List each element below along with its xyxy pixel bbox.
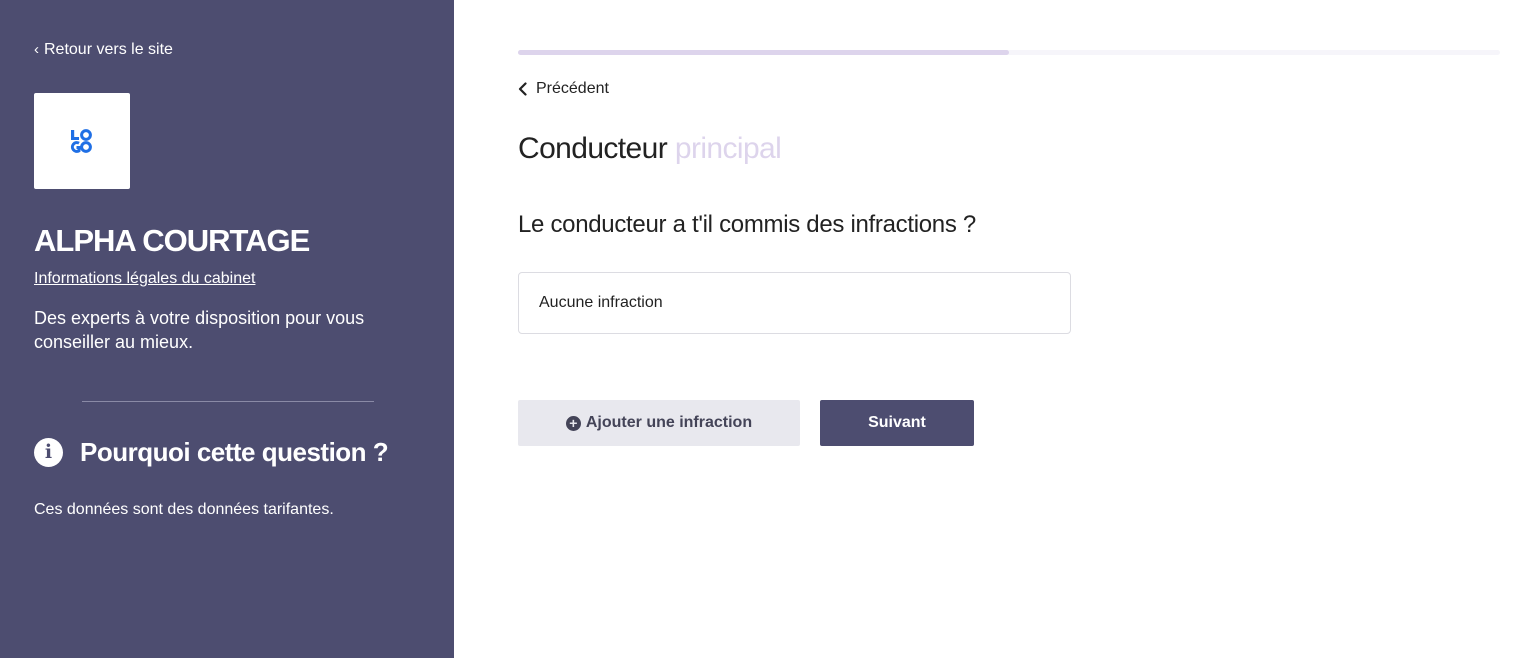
company-logo [34, 93, 130, 189]
sidebar: ‹ Retour vers le site ALPHA COURTAGE Info… [0, 0, 454, 658]
add-infraction-label: Ajouter une infraction [585, 414, 753, 431]
progress-bar [518, 50, 1500, 55]
no-infraction-option-label: Aucune infraction [539, 294, 663, 311]
section-title-main: Conducteur [518, 132, 668, 165]
why-question-text: Ces données sont des données tarifantes. [34, 501, 334, 518]
sidebar-divider [82, 401, 374, 402]
no-infraction-option[interactable]: Aucune infraction [518, 272, 1071, 334]
chevron-left-icon: ‹ [34, 41, 39, 58]
previous-link[interactable]: Précédent [518, 79, 609, 99]
plus-circle-icon: + [565, 415, 581, 431]
why-question-title: Pourquoi cette question ? [80, 436, 389, 467]
progress-bar-fill [518, 50, 1009, 55]
section-title-accent: principal [674, 132, 782, 165]
company-tagline: Des experts à votre disposition pour vou… [34, 308, 365, 352]
legal-info-link[interactable]: Informations légales du cabinet [34, 269, 255, 289]
chevron-left-icon [518, 82, 527, 96]
previous-label: Précédent [536, 80, 609, 97]
company-name: ALPHA COURTAGE [34, 223, 310, 258]
section-title: Conducteur principal [518, 131, 782, 167]
question-text: Le conducteur a t'il commis des infracti… [518, 211, 976, 238]
back-to-site-link[interactable]: ‹ Retour vers le site [34, 40, 173, 60]
back-to-site-label: Retour vers le site [44, 41, 173, 58]
page: ‹ Retour vers le site ALPHA COURTAGE Info… [0, 0, 1532, 658]
why-question-header: i Pourquoi cette question ? [34, 434, 389, 470]
info-icon: i [34, 437, 63, 467]
add-infraction-button[interactable]: + Ajouter une infraction [518, 400, 800, 446]
logo-icon [70, 129, 92, 153]
next-button[interactable]: Suivant [820, 400, 974, 446]
